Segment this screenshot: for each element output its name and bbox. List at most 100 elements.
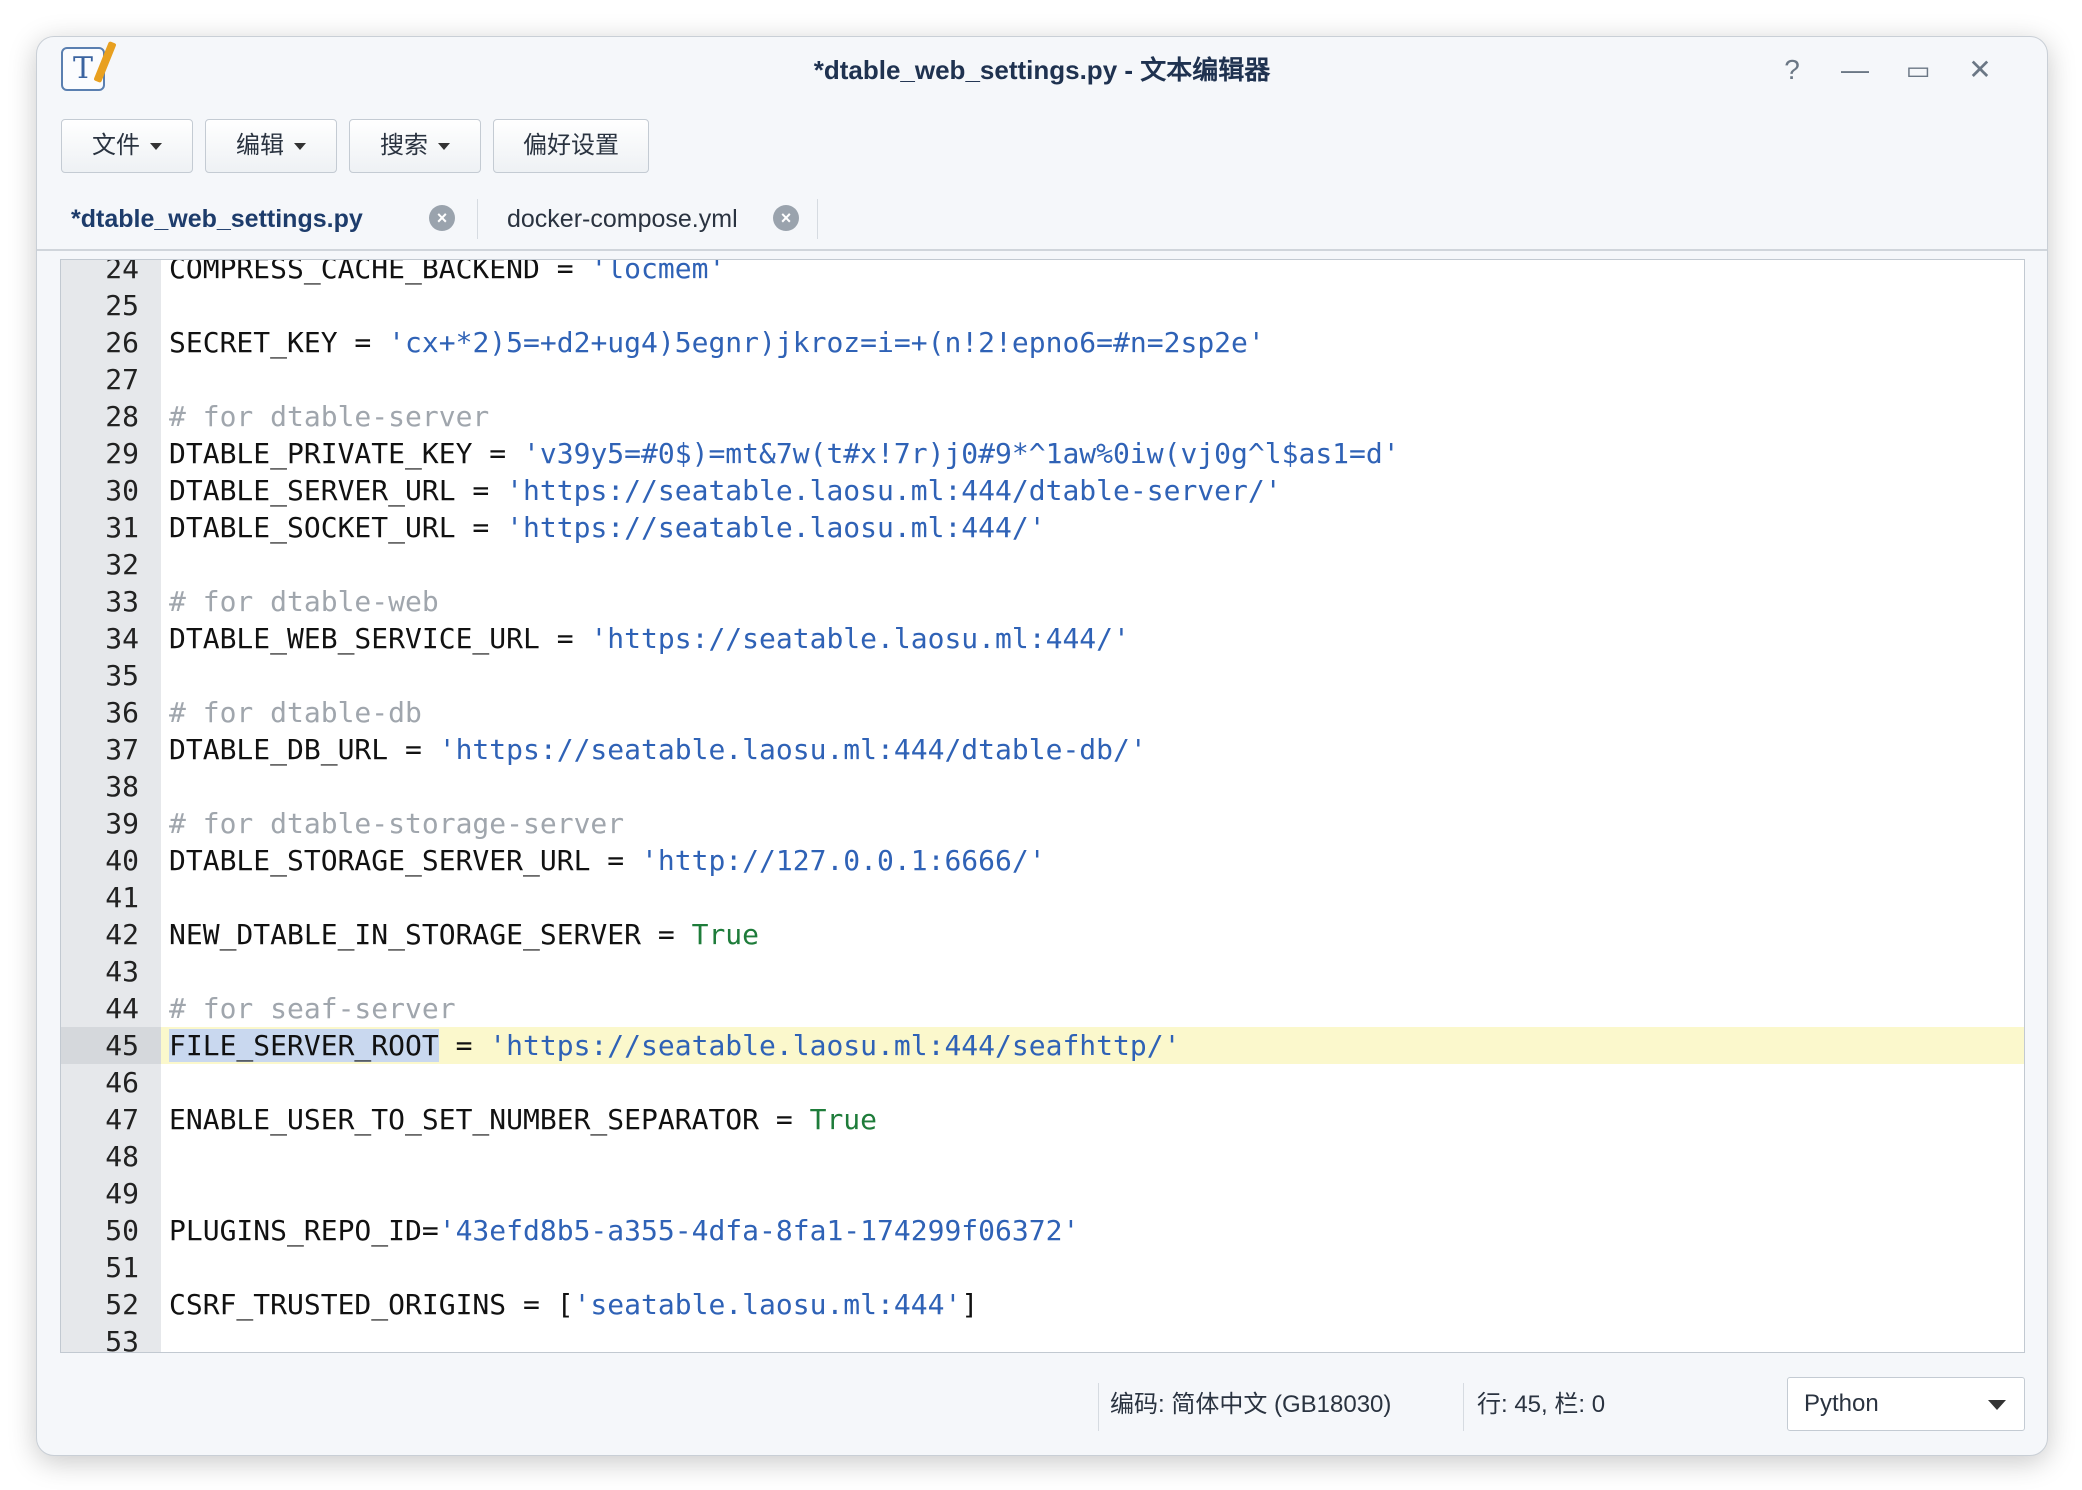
code-token: COMPRESS_CACHE_BACKEND = bbox=[169, 259, 591, 285]
code-line[interactable]: 33 # for dtable-web bbox=[61, 583, 2024, 620]
code-line[interactable]: 26 SECRET_KEY = 'cx+*2)5=+d2+ug4)5egnr)jk… bbox=[61, 324, 2024, 361]
string-token: 'cx+*2)5=+d2+ug4)5egnr)jkroz=i=+(n!2!epn… bbox=[388, 326, 1265, 359]
code-line[interactable]: 29 DTABLE_PRIVATE_KEY = 'v39y5=#0$)=mt&7w… bbox=[61, 435, 2024, 472]
code-lines: 24 COMPRESS_CACHE_BACKEND = 'locmem' 25 26 S… bbox=[61, 259, 2024, 1353]
dropdown-arrow-icon bbox=[1988, 1400, 2006, 1410]
string-token: 'https://seatable.laosu.ml:444/' bbox=[590, 622, 1130, 655]
code-line[interactable]: 47 ENABLE_USER_TO_SET_NUMBER_SEPARATOR = … bbox=[61, 1101, 2024, 1138]
line-number: 43 bbox=[105, 955, 139, 988]
code-text: DTABLE_PRIVATE_KEY = 'v39y5=#0$)=mt&7w(t… bbox=[169, 435, 1400, 472]
code-line[interactable]: 36 # for dtable-db bbox=[61, 694, 2024, 731]
code-line[interactable]: 34 DTABLE_WEB_SERVICE_URL = 'https://seat… bbox=[61, 620, 2024, 657]
code-line[interactable]: 41 bbox=[61, 879, 2024, 916]
title-bar: T *dtable_web_settings.py - 文本编辑器 ? — ▭ … bbox=[37, 37, 2047, 103]
code-text: # for dtable-web bbox=[169, 583, 439, 620]
minimize-icon[interactable]: — bbox=[1834, 49, 1876, 91]
edit-menu-label: 编辑 bbox=[236, 132, 284, 159]
line-number: 35 bbox=[105, 659, 139, 692]
encoding-status[interactable]: 编码: 简体中文 (GB18030) bbox=[1110, 1377, 1391, 1433]
line-number: 38 bbox=[105, 770, 139, 803]
code-line[interactable]: 42 NEW_DTABLE_IN_STORAGE_SERVER = True bbox=[61, 916, 2024, 953]
code-text: DTABLE_SOCKET_URL = 'https://seatable.la… bbox=[169, 509, 1046, 546]
tab-docker-compose[interactable]: docker-compose.yml bbox=[507, 185, 738, 251]
comment-token: # for dtable-storage-server bbox=[169, 807, 625, 840]
search-menu-label: 搜索 bbox=[380, 132, 428, 159]
code-line[interactable]: 28 # for dtable-server bbox=[61, 398, 2024, 435]
string-token: 'http://127.0.0.1:6666/' bbox=[641, 844, 1046, 877]
chevron-down-icon bbox=[294, 143, 306, 151]
code-line[interactable]: 49 bbox=[61, 1175, 2024, 1212]
code-line[interactable]: 48 bbox=[61, 1138, 2024, 1175]
line-number: 48 bbox=[105, 1140, 139, 1173]
code-line[interactable]: 44 # for seaf-server bbox=[61, 990, 2024, 1027]
help-icon[interactable]: ? bbox=[1771, 49, 1813, 91]
code-line[interactable]: 30 DTABLE_SERVER_URL = 'https://seatable.… bbox=[61, 472, 2024, 509]
code-line[interactable]: 43 bbox=[61, 953, 2024, 990]
code-line[interactable]: 46 bbox=[61, 1064, 2024, 1101]
line-number: 42 bbox=[105, 918, 139, 951]
code-line[interactable]: 51 bbox=[61, 1249, 2024, 1286]
line-number: 45 bbox=[61, 1027, 161, 1064]
close-tab-icon[interactable]: × bbox=[429, 205, 455, 231]
code-text: DTABLE_DB_URL = 'https://seatable.laosu.… bbox=[169, 731, 1147, 768]
tab-dtable-web-settings[interactable]: *dtable_web_settings.py bbox=[71, 185, 363, 251]
chevron-down-icon bbox=[438, 143, 450, 151]
window-title: *dtable_web_settings.py - 文本编辑器 bbox=[813, 55, 1271, 85]
string-token: 'https://seatable.laosu.ml:444/' bbox=[506, 511, 1046, 544]
maximize-icon[interactable]: ▭ bbox=[1897, 49, 1939, 91]
code-text: DTABLE_SERVER_URL = 'https://seatable.la… bbox=[169, 472, 1282, 509]
code-text: DTABLE_STORAGE_SERVER_URL = 'http://127.… bbox=[169, 842, 1046, 879]
code-line[interactable]: 24 COMPRESS_CACHE_BACKEND = 'locmem' bbox=[61, 259, 2024, 287]
line-number: 29 bbox=[105, 437, 139, 470]
text-editor-window: T *dtable_web_settings.py - 文本编辑器 ? — ▭ … bbox=[36, 36, 2048, 1456]
file-menu-button[interactable]: 文件 bbox=[61, 119, 193, 173]
code-editor[interactable]: 24 COMPRESS_CACHE_BACKEND = 'locmem' 25 26 S… bbox=[60, 259, 2025, 1353]
line-number: 34 bbox=[105, 622, 139, 655]
search-menu-button[interactable]: 搜索 bbox=[349, 119, 481, 173]
line-number: 32 bbox=[105, 548, 139, 581]
code-text: # for dtable-storage-server bbox=[169, 805, 624, 842]
line-number: 40 bbox=[105, 844, 139, 877]
code-line[interactable]: 37 DTABLE_DB_URL = 'https://seatable.laos… bbox=[61, 731, 2024, 768]
code-line[interactable]: 53 bbox=[61, 1323, 2024, 1353]
line-number: 27 bbox=[105, 363, 139, 396]
code-line[interactable]: 39 # for dtable-storage-server bbox=[61, 805, 2024, 842]
code-line[interactable]: 25 bbox=[61, 287, 2024, 324]
code-text: FILE_SERVER_ROOT = 'https://seatable.lao… bbox=[169, 1027, 1180, 1064]
line-number: 39 bbox=[105, 807, 139, 840]
code-line[interactable]: 35 bbox=[61, 657, 2024, 694]
current-code-line[interactable]: 45 FILE_SERVER_ROOT = 'https://seatable.l… bbox=[61, 1027, 2024, 1064]
line-number: 47 bbox=[105, 1103, 139, 1136]
preferences-button[interactable]: 偏好设置 bbox=[493, 119, 649, 173]
code-text: # for seaf-server bbox=[169, 990, 456, 1027]
close-tab-icon[interactable]: × bbox=[773, 205, 799, 231]
code-line[interactable]: 32 bbox=[61, 546, 2024, 583]
line-number: 53 bbox=[105, 1325, 139, 1353]
line-number: 33 bbox=[105, 585, 139, 618]
code-line[interactable]: 52 CSRF_TRUSTED_ORIGINS = ['seatable.laos… bbox=[61, 1286, 2024, 1323]
string-token: 'https://seatable.laosu.ml:444/dtable-se… bbox=[506, 474, 1282, 507]
code-text: CSRF_TRUSTED_ORIGINS = ['seatable.laosu.… bbox=[169, 1286, 978, 1323]
string-token: 'locmem' bbox=[590, 259, 726, 285]
string-token: 'v39y5=#0$)=mt&7w(t#x!7r)j0#9*^1aw%0iw(v… bbox=[523, 437, 1400, 470]
comment-token: # for dtable-server bbox=[169, 400, 490, 433]
edit-menu-button[interactable]: 编辑 bbox=[205, 119, 337, 173]
line-number: 26 bbox=[105, 326, 139, 359]
code-line[interactable]: 27 bbox=[61, 361, 2024, 398]
code-token: SECRET_KEY = bbox=[169, 326, 389, 359]
keyword-token: True bbox=[691, 918, 760, 951]
code-text: # for dtable-server bbox=[169, 398, 489, 435]
language-select-value: Python bbox=[1804, 1390, 1879, 1417]
line-number: 41 bbox=[105, 881, 139, 914]
language-select[interactable]: Python bbox=[1787, 1377, 2025, 1431]
line-number: 51 bbox=[105, 1251, 139, 1284]
file-tabs: *dtable_web_settings.py × docker-compose… bbox=[37, 185, 2047, 251]
close-icon[interactable]: ✕ bbox=[1959, 49, 2001, 91]
code-line[interactable]: 38 bbox=[61, 768, 2024, 805]
status-divider bbox=[1463, 1383, 1464, 1431]
code-line[interactable]: 50 PLUGINS_REPO_ID='43efd8b5-a355-4dfa-8f… bbox=[61, 1212, 2024, 1249]
code-line[interactable]: 31 DTABLE_SOCKET_URL = 'https://seatable.… bbox=[61, 509, 2024, 546]
comment-token: # for dtable-web bbox=[169, 585, 439, 618]
code-line[interactable]: 40 DTABLE_STORAGE_SERVER_URL = 'http://12… bbox=[61, 842, 2024, 879]
code-token: CSRF_TRUSTED_ORIGINS = [ bbox=[169, 1288, 574, 1321]
